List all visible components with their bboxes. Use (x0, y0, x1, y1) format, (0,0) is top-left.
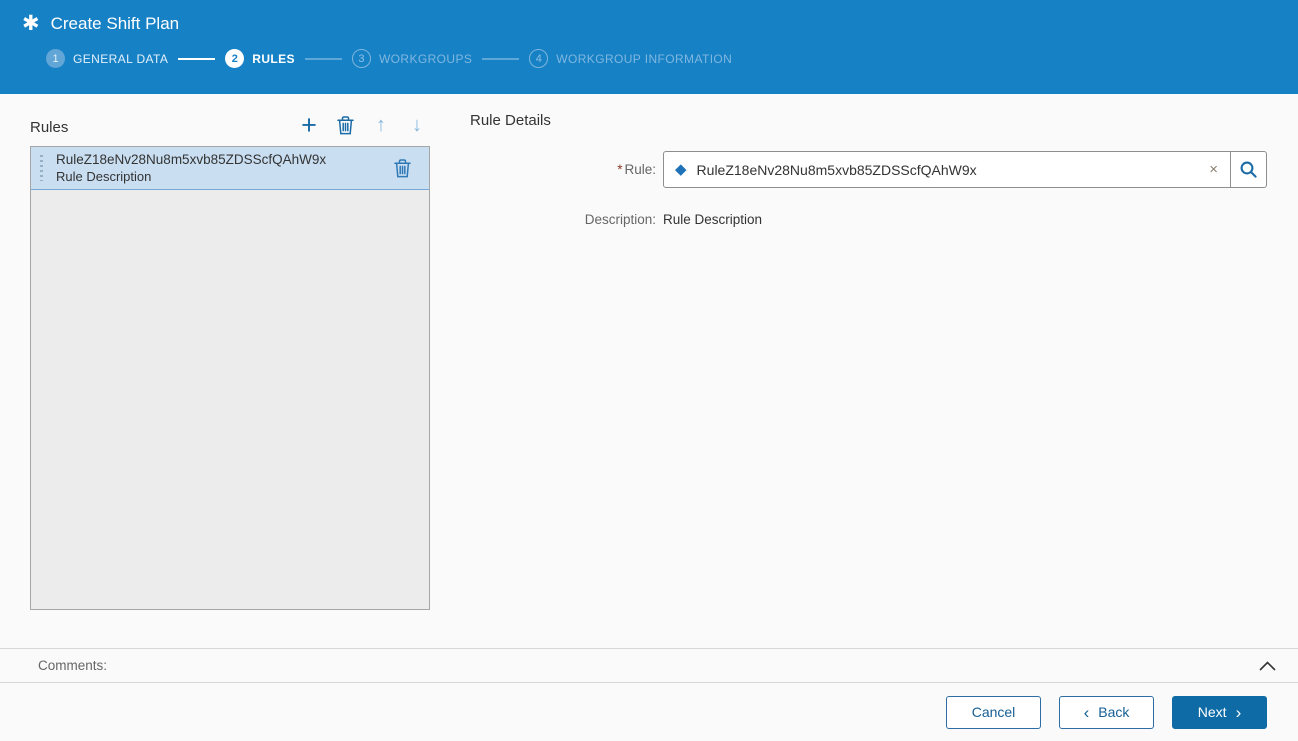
step-connector (178, 57, 216, 60)
step-label: GENERAL DATA (73, 51, 169, 66)
step-label: RULES (252, 51, 295, 66)
comments-collapse-button[interactable] (1259, 660, 1276, 671)
delete-rule-row-button[interactable] (389, 155, 415, 181)
back-button[interactable]: ‹ Back (1059, 695, 1154, 729)
step-workgroups[interactable]: 3 WORKGROUPS (351, 49, 473, 68)
wizard-header: ✱ Create Shift Plan 1 GENERAL DATA 2 RUL… (0, 0, 1298, 94)
move-up-button[interactable]: ↑ (368, 112, 394, 138)
wizard-footer: Cancel ‹ Back Next › (0, 683, 1298, 741)
step-number: 1 (46, 49, 65, 68)
chevron-left-icon: ‹ (1083, 702, 1090, 722)
arrow-up-icon: ↑ (376, 114, 386, 136)
rules-panel-header: Rules + ↑ ↓ (30, 102, 430, 140)
rule-field-value: RuleZ18eNv28Nu8m5xvb85ZDSScfQAhW9x (696, 161, 977, 178)
rules-list-title: Rules (30, 119, 69, 136)
chevron-right-icon: › (1235, 702, 1242, 722)
rules-list: RuleZ18eNv28Nu8m5xvb85ZDSScfQAhW9x Rule … (30, 146, 430, 610)
rule-item-name: RuleZ18eNv28Nu8m5xvb85ZDSScfQAhW9x (56, 152, 327, 167)
step-rules[interactable]: 2 RULES (225, 49, 295, 68)
drag-handle-icon[interactable] (40, 155, 43, 181)
rules-panel: Rules + ↑ ↓ RuleZ18eNv28Nu8m5xvb85ZDSScf… (30, 102, 430, 610)
description-row: Description: Rule Description (470, 212, 1267, 227)
rule-diamond-icon: ◆ (675, 161, 687, 178)
back-label: Back (1098, 704, 1130, 720)
page-title: Create Shift Plan (50, 13, 180, 33)
rule-item-texts: RuleZ18eNv28Nu8m5xvb85ZDSScfQAhW9x Rule … (56, 151, 389, 185)
cancel-label: Cancel (971, 704, 1016, 720)
add-rule-button[interactable]: + (296, 110, 322, 140)
step-label: WORKGROUPS (378, 51, 473, 66)
trash-icon (336, 115, 354, 134)
step-label: WORKGROUP INFORMATION (556, 51, 733, 66)
rule-list-item-selected[interactable]: RuleZ18eNv28Nu8m5xvb85ZDSScfQAhW9x Rule … (31, 147, 429, 190)
delete-rule-button[interactable] (332, 112, 358, 138)
rule-lookup-input-group: ◆ RuleZ18eNv28Nu8m5xvb85ZDSScfQAhW9x × (663, 151, 1267, 188)
description-label: Description: (584, 212, 656, 227)
description-value: Rule Description (663, 212, 763, 227)
wizard-stepper: 1 GENERAL DATA 2 RULES 3 WORKGROUPS 4 WO… (46, 49, 1298, 68)
next-button[interactable]: Next › (1172, 695, 1267, 729)
rules-toolbar: + ↑ ↓ (296, 110, 430, 140)
comments-section[interactable]: Comments: (0, 648, 1298, 683)
move-down-button[interactable]: ↓ (404, 112, 430, 138)
rule-item-description: Rule Description (56, 169, 152, 184)
step-general-data[interactable]: 1 GENERAL DATA (46, 49, 168, 68)
step-number: 3 (351, 49, 371, 68)
rule-field-row: * Rule: ◆ RuleZ18eNv28Nu8m5xvb85ZDSScfQAh… (470, 151, 1267, 188)
rule-label-text: Rule: (624, 162, 656, 177)
plus-icon: + (301, 110, 317, 140)
cancel-button[interactable]: Cancel (946, 695, 1041, 729)
next-label: Next (1197, 704, 1227, 720)
clear-rule-button[interactable]: × (1197, 152, 1230, 187)
close-icon: × (1209, 161, 1218, 178)
title-row: ✱ Create Shift Plan (0, 0, 1298, 34)
search-icon (1240, 161, 1257, 178)
rule-field-label: * Rule: (470, 162, 663, 177)
content-area: Rules + ↑ ↓ RuleZ18eNv28Nu8m5xvb85ZDSScf… (0, 94, 1298, 648)
required-marker: * (617, 162, 623, 177)
step-connector (482, 57, 520, 60)
arrow-down-icon: ↓ (412, 114, 422, 136)
rule-details-panel: Rule Details * Rule: ◆ RuleZ18eNv28Nu8m5x… (470, 112, 1267, 227)
rule-details-title: Rule Details (470, 112, 551, 129)
step-number: 4 (529, 49, 549, 68)
step-workgroup-information[interactable]: 4 WORKGROUP INFORMATION (529, 49, 732, 68)
step-connector (304, 57, 342, 60)
comments-label: Comments: (38, 658, 108, 673)
rule-search-button[interactable] (1230, 152, 1266, 187)
chevron-up-icon (1259, 660, 1276, 670)
asterisk-icon: ✱ (22, 12, 40, 35)
rule-lookup-input[interactable]: ◆ RuleZ18eNv28Nu8m5xvb85ZDSScfQAhW9x (664, 152, 1197, 187)
step-number: 2 (225, 49, 245, 68)
trash-icon (393, 158, 411, 177)
